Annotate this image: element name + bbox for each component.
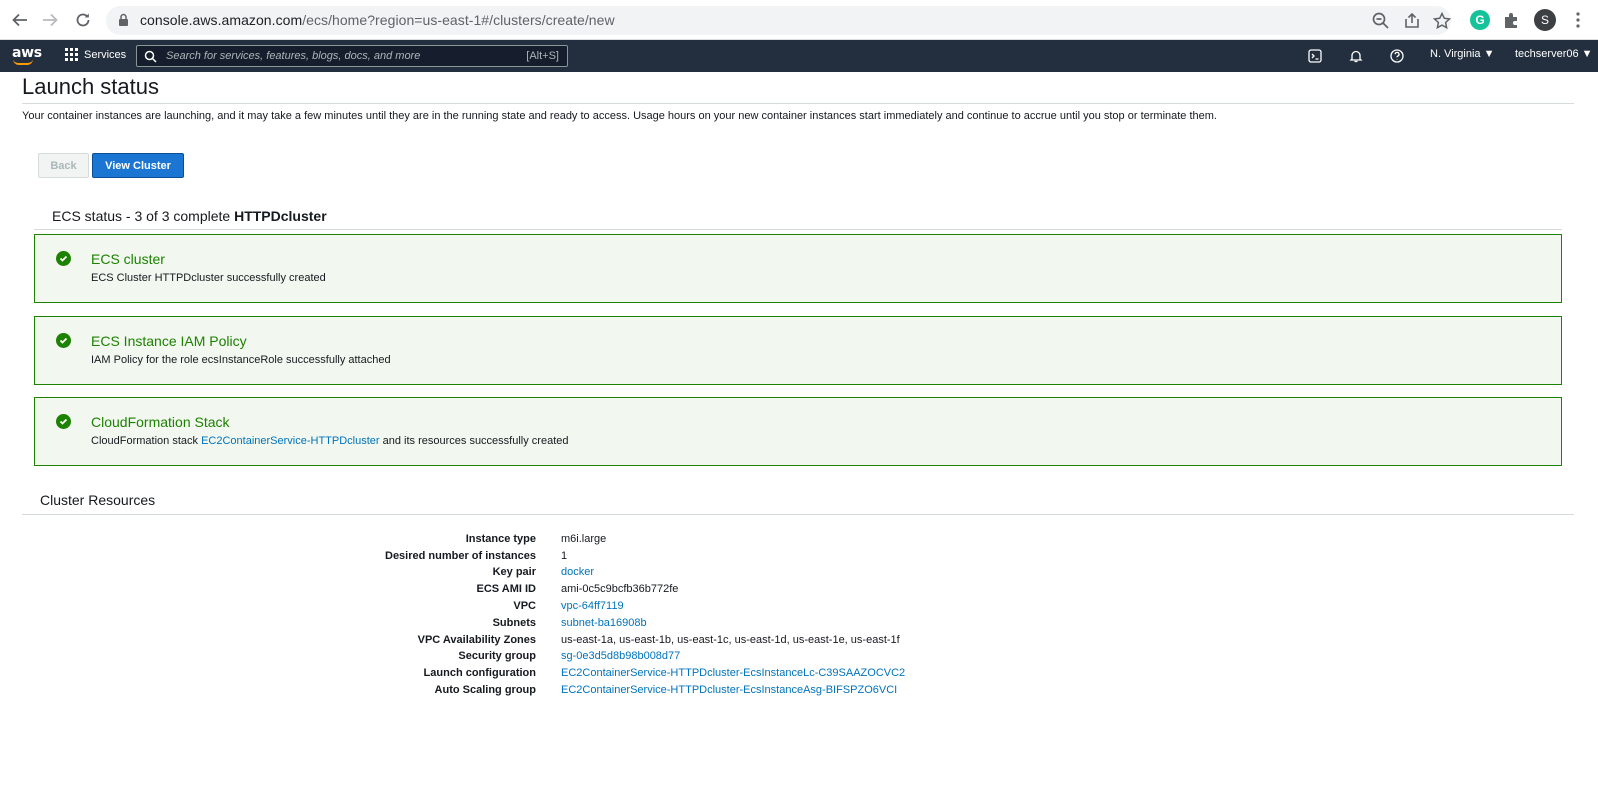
zoom-icon[interactable] bbox=[1371, 11, 1391, 31]
ecs-status-heading: ECS status - 3 of 3 complete HTTPDcluste… bbox=[52, 208, 327, 224]
status-card-iam-policy: ECS Instance IAM Policy IAM Policy for t… bbox=[34, 316, 1562, 385]
region-selector[interactable]: N. Virginia ▼ bbox=[1430, 48, 1495, 60]
resource-value: 1 bbox=[561, 550, 568, 562]
lock-icon bbox=[119, 13, 128, 26]
launch-configuration-link[interactable]: EC2ContainerService-HTTPDcluster-EcsInst… bbox=[561, 667, 905, 679]
divider bbox=[34, 229, 1562, 230]
resource-row-vpc: VPC vpc-64ff7119 bbox=[0, 600, 1598, 617]
help-icon[interactable] bbox=[1390, 49, 1404, 63]
grammarly-extension-icon[interactable]: G bbox=[1470, 10, 1490, 30]
resource-row-key-pair: Key pair docker bbox=[0, 566, 1598, 583]
vpc-link[interactable]: vpc-64ff7119 bbox=[561, 600, 624, 612]
forward-arrow-icon[interactable] bbox=[38, 8, 62, 32]
resource-value: us-east-1a, us-east-1b, us-east-1c, us-e… bbox=[561, 634, 900, 646]
back-arrow-icon[interactable] bbox=[8, 8, 32, 32]
cluster-resources-heading: Cluster Resources bbox=[40, 492, 156, 508]
resource-label: Subnets bbox=[492, 617, 536, 629]
account-menu[interactable]: techserver06 ▼ bbox=[1515, 48, 1593, 60]
search-input[interactable]: Search for services, features, blogs, do… bbox=[136, 45, 568, 67]
grid-icon bbox=[65, 48, 78, 61]
back-button[interactable]: Back bbox=[38, 153, 89, 178]
resource-label: Key pair bbox=[492, 566, 536, 578]
cloudformation-stack-link[interactable]: EC2ContainerService-HTTPDcluster bbox=[201, 435, 380, 447]
resource-row-desired-instances: Desired number of instances 1 bbox=[0, 550, 1598, 567]
resource-row-ami-id: ECS AMI ID ami-0c5c9bcfb36b772fe bbox=[0, 583, 1598, 600]
url-text: console.aws.amazon.com/ecs/home?region=u… bbox=[140, 12, 615, 28]
extensions-puzzle-icon[interactable] bbox=[1502, 10, 1522, 30]
resource-row-subnets: Subnets subnet-ba16908b bbox=[0, 617, 1598, 634]
notifications-bell-icon[interactable] bbox=[1349, 49, 1363, 63]
address-bar[interactable]: console.aws.amazon.com/ecs/home?region=u… bbox=[106, 6, 1452, 35]
status-card-title: ECS cluster bbox=[91, 251, 165, 267]
reload-icon[interactable] bbox=[71, 8, 95, 32]
divider bbox=[22, 514, 1574, 515]
resource-row-instance-type: Instance type m6i.large bbox=[0, 533, 1598, 550]
success-check-icon bbox=[56, 414, 71, 429]
page-title: Launch status bbox=[22, 74, 159, 99]
resource-row-security-group: Security group sg-0e3d5d8b98b008d77 bbox=[0, 650, 1598, 667]
status-card-desc: CloudFormation stack EC2ContainerService… bbox=[91, 435, 569, 447]
resource-label: Security group bbox=[458, 650, 536, 662]
services-menu-button[interactable]: Services bbox=[65, 48, 126, 61]
resource-label: VPC bbox=[513, 600, 536, 612]
browser-menu-kebab-icon[interactable] bbox=[1568, 10, 1588, 30]
cloudshell-icon[interactable] bbox=[1308, 49, 1322, 63]
resource-label: Desired number of instances bbox=[385, 550, 536, 562]
status-card-desc: IAM Policy for the role ecsInstanceRole … bbox=[91, 354, 391, 366]
resource-label: Instance type bbox=[465, 533, 536, 545]
resource-row-launch-configuration: Launch configuration EC2ContainerService… bbox=[0, 667, 1598, 684]
resource-row-auto-scaling-group: Auto Scaling group EC2ContainerService-H… bbox=[0, 684, 1598, 701]
status-card-title: ECS Instance IAM Policy bbox=[91, 333, 247, 349]
security-group-link[interactable]: sg-0e3d5d8b98b008d77 bbox=[561, 650, 680, 662]
search-icon bbox=[144, 50, 157, 63]
status-card-desc: ECS Cluster HTTPDcluster successfully cr… bbox=[91, 272, 326, 284]
share-icon[interactable] bbox=[1402, 11, 1422, 31]
resource-label: ECS AMI ID bbox=[476, 583, 537, 595]
resource-row-availability-zones: VPC Availability Zones us-east-1a, us-ea… bbox=[0, 634, 1598, 651]
resource-value: m6i.large bbox=[561, 533, 607, 545]
resource-label: Launch configuration bbox=[423, 667, 536, 679]
resource-value: ami-0c5c9bcfb36b772fe bbox=[561, 583, 679, 595]
launch-info-text: Your container instances are launching, … bbox=[22, 110, 1217, 122]
profile-avatar[interactable]: S bbox=[1534, 9, 1556, 31]
view-cluster-button[interactable]: View Cluster bbox=[92, 153, 184, 178]
status-card-ecs-cluster: ECS cluster ECS Cluster HTTPDcluster suc… bbox=[34, 234, 1562, 303]
bookmark-star-icon[interactable] bbox=[1432, 11, 1452, 31]
status-card-cloudformation: CloudFormation Stack CloudFormation stac… bbox=[34, 397, 1562, 466]
browser-toolbar: console.aws.amazon.com/ecs/home?region=u… bbox=[0, 0, 1598, 40]
key-pair-link[interactable]: docker bbox=[561, 566, 594, 578]
status-card-title: CloudFormation Stack bbox=[91, 414, 230, 430]
subnet-link[interactable]: subnet-ba16908b bbox=[561, 617, 647, 629]
cluster-name: HTTPDcluster bbox=[234, 208, 327, 224]
resource-label: Auto Scaling group bbox=[434, 684, 536, 696]
aws-console-nav: aws Services Search for services, featur… bbox=[0, 40, 1598, 72]
resource-label: VPC Availability Zones bbox=[417, 634, 536, 646]
success-check-icon bbox=[56, 251, 71, 266]
aws-logo[interactable]: aws bbox=[12, 45, 42, 65]
divider bbox=[22, 103, 1574, 104]
success-check-icon bbox=[56, 333, 71, 348]
auto-scaling-group-link[interactable]: EC2ContainerService-HTTPDcluster-EcsInst… bbox=[561, 684, 897, 696]
